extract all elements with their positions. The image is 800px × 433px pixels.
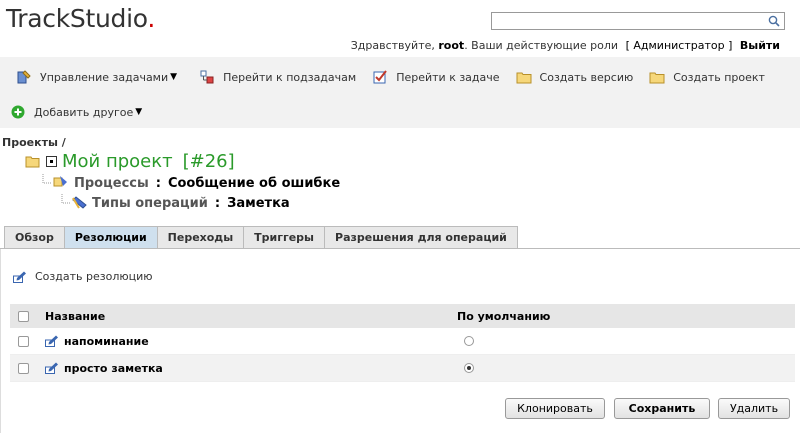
create-resolution-link[interactable]: Создать резолюцию (13, 270, 153, 283)
default-radio-selected[interactable] (464, 363, 474, 373)
column-header-default[interactable]: По умолчанию (457, 310, 795, 323)
edit-pencil-icon[interactable] (45, 335, 59, 347)
checkbox-task-icon (373, 70, 387, 84)
folder-open-icon (25, 156, 40, 167)
default-radio[interactable] (464, 336, 474, 346)
tree-optype: Типы операций : Заметка (58, 194, 290, 212)
tab-transitions[interactable]: Переходы (156, 226, 244, 249)
tab-operation-permissions[interactable]: Разрешения для операций (324, 226, 518, 249)
project-title[interactable]: Мой проект (62, 151, 173, 172)
go-subtasks-button[interactable]: Перейти к подзадачам (199, 69, 356, 85)
create-project-label: Создать проект (673, 70, 765, 84)
user-greeting: Здравствуйте, root. Ваши действующие рол… (351, 39, 780, 52)
process-value[interactable]: Сообщение об ошибке (168, 176, 340, 191)
tools-icon (17, 70, 31, 84)
column-header-name[interactable]: Название (45, 310, 457, 323)
resolutions-table: Название По умолчанию напоминание просто… (10, 304, 795, 382)
edit-pencil-icon (13, 271, 26, 283)
row-checkbox[interactable] (18, 335, 29, 347)
row-checkbox[interactable] (18, 362, 29, 374)
operation-type-icon (61, 194, 87, 209)
optype-value[interactable]: Заметка (227, 196, 290, 211)
folder-icon (649, 72, 665, 84)
clone-button[interactable]: Клонировать (505, 398, 605, 419)
go-task-label: Перейти к задаче (396, 70, 500, 84)
subtasks-icon (200, 70, 214, 84)
greeting-roles-text: . Ваши действующие роли (464, 39, 619, 52)
save-button[interactable]: Сохранить (614, 398, 710, 419)
process-label[interactable]: Процессы (74, 176, 149, 191)
table-row: напоминание (10, 328, 795, 355)
logout-link[interactable]: Выйти (740, 39, 780, 52)
process-icon (42, 174, 67, 187)
create-version-button[interactable]: Создать версию (516, 69, 634, 85)
go-subtasks-label: Перейти к подзадачам (223, 70, 357, 84)
chevron-down-icon: ▼ (135, 107, 143, 117)
delete-button[interactable]: Удалить (718, 398, 790, 419)
toolbar-row-1: Управление задачами ▼ Перейти к подзадач… (4, 66, 781, 88)
create-version-label: Создать версию (539, 70, 634, 84)
tree-process: Процессы : Сообщение об ошибке (40, 174, 340, 192)
create-project-button[interactable]: Создать проект (649, 69, 765, 85)
toolbar-row-2: Добавить другое ▼ (10, 101, 158, 123)
chevron-down-icon: ▼ (170, 72, 178, 82)
table-row: просто заметка (10, 355, 795, 382)
create-resolution-label: Создать резолюцию (35, 270, 153, 283)
table-header: Название По умолчанию (10, 304, 795, 328)
tab-bar: Обзор Резолюции Переходы Триггеры Разреш… (4, 226, 518, 249)
tab-overview[interactable]: Обзор (4, 226, 64, 249)
resolution-name[interactable]: напоминание (64, 335, 149, 348)
breadcrumb[interactable]: Проекты / (2, 136, 66, 149)
tab-triggers[interactable]: Триггеры (243, 226, 325, 249)
tree-toggle-icon[interactable] (46, 155, 58, 168)
go-task-button[interactable]: Перейти к задаче (372, 69, 500, 85)
project-id: [#26] (182, 151, 235, 172)
greeting-user: root (438, 39, 465, 52)
search-icon[interactable] (768, 15, 780, 27)
manage-tasks-menu[interactable]: Управление задачами ▼ (16, 69, 177, 85)
logo-text: TrackStudio (6, 4, 148, 33)
app-logo[interactable]: TrackStudio. (6, 4, 155, 33)
search-box (491, 12, 785, 30)
greeting-hello: Здравствуйте, (350, 39, 435, 52)
toolbar: Управление задачами ▼ Перейти к подзадач… (0, 57, 800, 128)
resolution-name[interactable]: просто заметка (64, 362, 163, 375)
search-input[interactable] (492, 13, 762, 29)
role-selector[interactable]: [ Администратор ] (626, 39, 733, 52)
optype-label[interactable]: Типы операций (92, 196, 208, 211)
plus-circle-icon (11, 105, 25, 119)
tab-resolutions[interactable]: Резолюции (63, 226, 157, 249)
tree-project: Мой проект [#26] (25, 151, 235, 172)
folder-icon (516, 72, 532, 84)
add-other-label: Добавить другое (34, 105, 134, 119)
process-sep: : (155, 175, 161, 191)
add-other-menu[interactable]: Добавить другое ▼ (10, 104, 142, 120)
optype-sep: : (214, 195, 221, 211)
logo-dot: . (147, 4, 155, 33)
select-all-checkbox[interactable] (18, 310, 29, 322)
edit-pencil-icon[interactable] (45, 362, 59, 374)
manage-tasks-label: Управление задачами (40, 70, 169, 84)
